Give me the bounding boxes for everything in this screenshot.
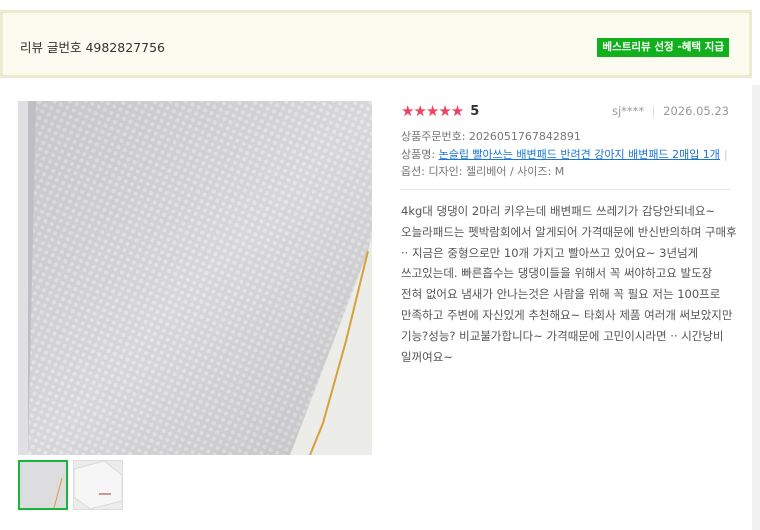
review-number: 리뷰 글번호 4982827756 (20, 40, 165, 55)
section-divider (401, 189, 731, 190)
review-header: 리뷰 글번호 4982827756 베스트리뷰 선정 -혜택 지급 (0, 10, 752, 78)
rating-score: 5 (470, 103, 480, 119)
thumbnail-2-image (74, 461, 122, 509)
thumbnail-1[interactable] (18, 460, 68, 510)
main-review-photo[interactable] (18, 101, 372, 455)
pad-photo-image (28, 101, 372, 455)
thumbnail-1-image (20, 462, 66, 508)
star-rating-icon: ★★★★★ (401, 102, 464, 120)
reviewer-id: sj**** (611, 104, 645, 118)
order-number: 상품주문번호: 2026051767842891 (401, 130, 581, 143)
product-option: 옵션: 디자인: 젤리베어 / 사이즈: M (401, 165, 565, 178)
product-label: 상품명: (401, 148, 436, 161)
product-name-link[interactable]: 논슬립 빨아쓰는 배변패드 반려견 강아지 배변패드 2매입 1개 (439, 148, 720, 161)
review-body: 4kg대 댕댕이 2마리 키우는데 배변패드 쓰레기가 감당안되네요~ 오늘라패… (401, 204, 737, 364)
product-info: 상품명: 논슬립 빨아쓰는 배변패드 반려견 강아지 배변패드 2매입 1개 | 옵… (401, 146, 733, 180)
option-divider: | (723, 148, 728, 161)
meta-divider (653, 105, 655, 117)
rating: ★★★★★ 5 (401, 102, 479, 120)
thumbnail-2[interactable] (73, 460, 123, 510)
scrollbar[interactable] (752, 85, 760, 530)
best-review-badge: 베스트리뷰 선정 -혜택 지급 (597, 38, 729, 57)
review-meta: sj**** 2026.05.23 (612, 104, 729, 118)
review-date: 2026.05.23 (663, 104, 729, 118)
